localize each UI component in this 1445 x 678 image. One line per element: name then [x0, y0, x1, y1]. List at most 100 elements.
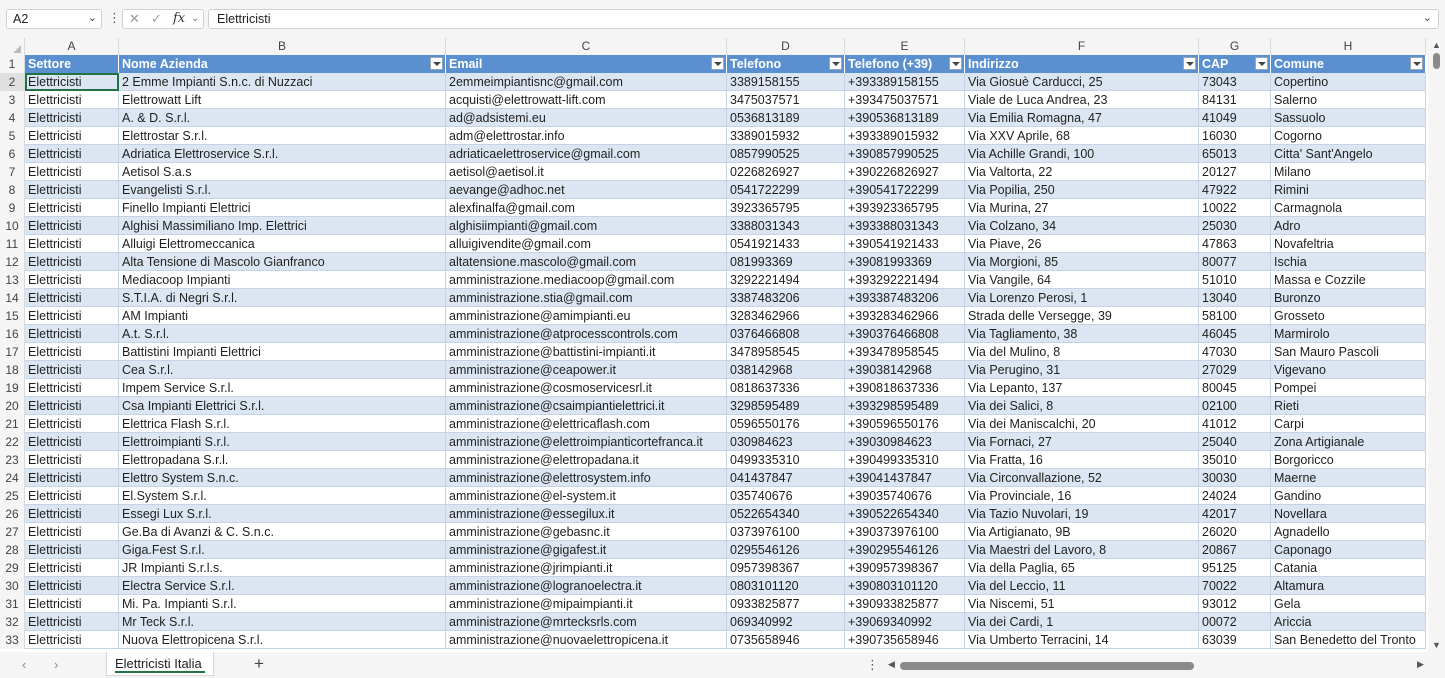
- cell-email[interactable]: amministrazione@logranoelectra.it: [446, 577, 727, 595]
- cell-comune[interactable]: Caponago: [1271, 541, 1426, 559]
- row-header[interactable]: 12: [0, 253, 25, 271]
- cell-cap[interactable]: 26020: [1199, 523, 1271, 541]
- cell-email[interactable]: amministrazione@amimpianti.eu: [446, 307, 727, 325]
- cell-nome-azienda[interactable]: Elettropadana S.r.l.: [119, 451, 446, 469]
- header-email[interactable]: Email: [446, 55, 727, 73]
- vertical-scrollbar[interactable]: ▲ ▼: [1428, 38, 1445, 652]
- cell-email[interactable]: amministrazione@atprocesscontrols.com: [446, 325, 727, 343]
- chevron-down-icon[interactable]: ⌄: [88, 11, 97, 24]
- cell-settore[interactable]: Elettricisti: [25, 91, 119, 109]
- cell-indirizzo[interactable]: Via Lepanto, 137: [965, 379, 1199, 397]
- chevron-down-icon[interactable]: ⌄: [191, 13, 199, 24]
- cell-comune[interactable]: Marmirolo: [1271, 325, 1426, 343]
- cell-nome-azienda[interactable]: Alluigi Elettromeccanica: [119, 235, 446, 253]
- cell-telefono-39[interactable]: +393388031343: [845, 217, 965, 235]
- cell-cap[interactable]: 80077: [1199, 253, 1271, 271]
- cell-comune[interactable]: Cogorno: [1271, 127, 1426, 145]
- cell-indirizzo[interactable]: Via Colzano, 34: [965, 217, 1199, 235]
- cell-comune[interactable]: San Mauro Pascoli: [1271, 343, 1426, 361]
- cell-nome-azienda[interactable]: Battistini Impianti Elettrici: [119, 343, 446, 361]
- cell-comune[interactable]: Ischia: [1271, 253, 1426, 271]
- header-nome-azienda[interactable]: Nome Azienda: [119, 55, 446, 73]
- cell-email[interactable]: aevange@adhoc.net: [446, 181, 727, 199]
- cell-comune[interactable]: Vigevano: [1271, 361, 1426, 379]
- cell-settore[interactable]: Elettricisti: [25, 73, 119, 91]
- cell-cap[interactable]: 10022: [1199, 199, 1271, 217]
- cell-indirizzo[interactable]: Via Murina, 27: [965, 199, 1199, 217]
- cell-comune[interactable]: Gandino: [1271, 487, 1426, 505]
- cell-cap[interactable]: 84131: [1199, 91, 1271, 109]
- cell-email[interactable]: alexfinalfa@gmail.com: [446, 199, 727, 217]
- cell-cap[interactable]: 58100: [1199, 307, 1271, 325]
- fx-icon[interactable]: fx: [173, 11, 185, 26]
- cell-nome-azienda[interactable]: Elettrostar S.r.l.: [119, 127, 446, 145]
- column-header-e[interactable]: E: [845, 38, 965, 55]
- cell-telefono[interactable]: 3389015932: [727, 127, 845, 145]
- filter-dropdown-icon[interactable]: [711, 57, 724, 70]
- column-header-g[interactable]: G: [1199, 38, 1271, 55]
- cell-settore[interactable]: Elettricisti: [25, 415, 119, 433]
- horizontal-scroll-thumb[interactable]: [900, 662, 1194, 670]
- scroll-down-icon[interactable]: ▼: [1432, 640, 1441, 650]
- cell-telefono[interactable]: 041437847: [727, 469, 845, 487]
- cell-settore[interactable]: Elettricisti: [25, 397, 119, 415]
- cell-telefono[interactable]: 0226826927: [727, 163, 845, 181]
- cell-telefono[interactable]: 3389158155: [727, 73, 845, 91]
- cell-settore[interactable]: Elettricisti: [25, 577, 119, 595]
- header-comune[interactable]: Comune: [1271, 55, 1426, 73]
- cell-cap[interactable]: 20127: [1199, 163, 1271, 181]
- cell-settore[interactable]: Elettricisti: [25, 631, 119, 649]
- cell-indirizzo[interactable]: Via Niscemi, 51: [965, 595, 1199, 613]
- cell-telefono-39[interactable]: +39038142968: [845, 361, 965, 379]
- cell-cap[interactable]: 47030: [1199, 343, 1271, 361]
- cell-nome-azienda[interactable]: El.System S.r.l.: [119, 487, 446, 505]
- header-cap[interactable]: CAP: [1199, 55, 1271, 73]
- cell-telefono-39[interactable]: +39081993369: [845, 253, 965, 271]
- cell-nome-azienda[interactable]: A.t. S.r.l.: [119, 325, 446, 343]
- cell-comune[interactable]: Massa e Cozzile: [1271, 271, 1426, 289]
- cell-cap[interactable]: 27029: [1199, 361, 1271, 379]
- cell-telefono-39[interactable]: +393389015932: [845, 127, 965, 145]
- cell-indirizzo[interactable]: Via Morgioni, 85: [965, 253, 1199, 271]
- header-settore[interactable]: Settore: [25, 55, 119, 73]
- cell-indirizzo[interactable]: Viale de Luca Andrea, 23: [965, 91, 1199, 109]
- row-header[interactable]: 1: [0, 55, 25, 73]
- row-header[interactable]: 8: [0, 181, 25, 199]
- cell-comune[interactable]: Carmagnola: [1271, 199, 1426, 217]
- cell-email[interactable]: amministrazione.stia@gmail.com: [446, 289, 727, 307]
- cell-comune[interactable]: Novafeltria: [1271, 235, 1426, 253]
- row-header[interactable]: 6: [0, 145, 25, 163]
- cell-telefono-39[interactable]: +390596550176: [845, 415, 965, 433]
- row-header[interactable]: 26: [0, 505, 25, 523]
- column-header-a[interactable]: A: [25, 38, 119, 55]
- cell-nome-azienda[interactable]: Adriatica Elettroservice S.r.l.: [119, 145, 446, 163]
- cell-comune[interactable]: Catania: [1271, 559, 1426, 577]
- column-header-f[interactable]: F: [965, 38, 1199, 55]
- name-box[interactable]: A2 ⌄: [6, 9, 102, 29]
- cell-comune[interactable]: Sassuolo: [1271, 109, 1426, 127]
- cell-email[interactable]: adm@elettrostar.info: [446, 127, 727, 145]
- cell-settore[interactable]: Elettricisti: [25, 235, 119, 253]
- cell-comune[interactable]: Gela: [1271, 595, 1426, 613]
- cell-comune[interactable]: Grosseto: [1271, 307, 1426, 325]
- cell-cap[interactable]: 13040: [1199, 289, 1271, 307]
- cell-email[interactable]: amministrazione@gebasnc.it: [446, 523, 727, 541]
- cell-comune[interactable]: Agnadello: [1271, 523, 1426, 541]
- cell-email[interactable]: amministrazione@essegilux.it: [446, 505, 727, 523]
- cell-telefono[interactable]: 0541921433: [727, 235, 845, 253]
- cell-email[interactable]: amministrazione@mrtecksrls.com: [446, 613, 727, 631]
- cell-telefono[interactable]: 038142968: [727, 361, 845, 379]
- cell-email[interactable]: amministrazione@csaimpiantielettrici.it: [446, 397, 727, 415]
- cell-telefono-39[interactable]: +390376466808: [845, 325, 965, 343]
- cell-cap[interactable]: 73043: [1199, 73, 1271, 91]
- cell-telefono-39[interactable]: +390803101120: [845, 577, 965, 595]
- cell-indirizzo[interactable]: Via Vangile, 64: [965, 271, 1199, 289]
- cell-comune[interactable]: Citta' Sant'Angelo: [1271, 145, 1426, 163]
- cell-settore[interactable]: Elettricisti: [25, 469, 119, 487]
- filter-dropdown-icon[interactable]: [1410, 57, 1423, 70]
- cell-nome-azienda[interactable]: Aetisol S.a.s: [119, 163, 446, 181]
- cell-email[interactable]: amministrazione@el-system.it: [446, 487, 727, 505]
- cell-indirizzo[interactable]: Via dei Cardi, 1: [965, 613, 1199, 631]
- cell-email[interactable]: amministrazione@mipaimpianti.it: [446, 595, 727, 613]
- cell-telefono[interactable]: 0376466808: [727, 325, 845, 343]
